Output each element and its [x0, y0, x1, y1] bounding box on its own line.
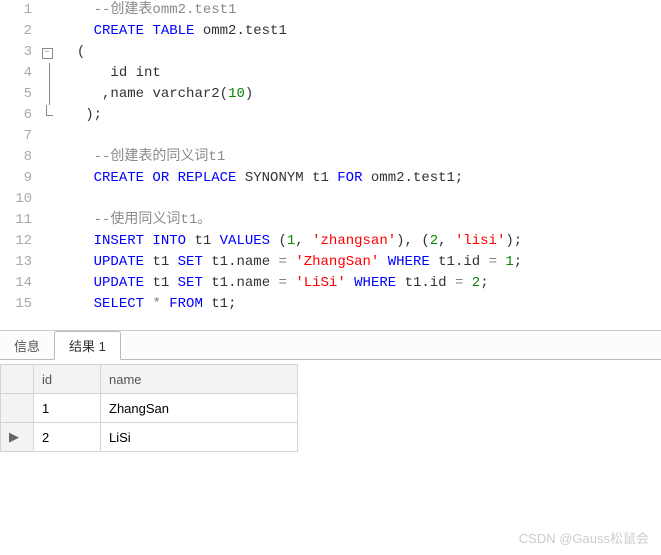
table-row[interactable]: 1ZhangSan — [1, 394, 298, 423]
fold-marker — [40, 189, 54, 210]
line-number: 3 — [0, 42, 32, 63]
fold-marker — [40, 105, 54, 126]
code-area[interactable]: --创建表omm2.test1 CREATE TABLE omm2.test1 … — [54, 0, 661, 330]
results-grid[interactable]: id name 1ZhangSan▶2LiSi — [0, 364, 298, 452]
results-panel: 信息 结果 1 id name 1ZhangSan▶2LiSi — [0, 331, 661, 452]
line-number: 8 — [0, 147, 32, 168]
line-number: 13 — [0, 252, 32, 273]
code-line[interactable]: UPDATE t1 SET t1.name = 'ZhangSan' WHERE… — [60, 252, 661, 273]
fold-marker — [40, 84, 54, 105]
fold-marker — [40, 21, 54, 42]
line-number: 9 — [0, 168, 32, 189]
code-line[interactable]: ( — [60, 42, 661, 63]
code-line[interactable] — [60, 189, 661, 210]
line-number: 15 — [0, 294, 32, 315]
code-line[interactable]: ,name varchar2(10) — [60, 84, 661, 105]
code-editor[interactable]: 123456789101112131415 − --创建表omm2.test1 … — [0, 0, 661, 331]
fold-marker — [40, 147, 54, 168]
fold-marker — [40, 252, 54, 273]
line-number-gutter: 123456789101112131415 — [0, 0, 40, 330]
row-marker — [1, 394, 34, 423]
cell-id[interactable]: 1 — [34, 394, 101, 423]
results-tabs: 信息 结果 1 — [0, 331, 661, 360]
line-number: 1 — [0, 0, 32, 21]
code-line[interactable]: SELECT * FROM t1; — [60, 294, 661, 315]
line-number: 7 — [0, 126, 32, 147]
tab-result-1[interactable]: 结果 1 — [54, 331, 121, 360]
line-number: 6 — [0, 105, 32, 126]
tab-info[interactable]: 信息 — [0, 332, 54, 359]
code-line[interactable]: CREATE TABLE omm2.test1 — [60, 21, 661, 42]
cell-name[interactable]: ZhangSan — [101, 394, 298, 423]
code-line[interactable]: ); — [60, 105, 661, 126]
fold-marker[interactable]: − — [40, 42, 54, 63]
fold-marker — [40, 273, 54, 294]
fold-marker — [40, 231, 54, 252]
fold-gutter[interactable]: − — [40, 0, 54, 330]
line-number: 4 — [0, 63, 32, 84]
code-line[interactable]: INSERT INTO t1 VALUES (1, 'zhangsan'), (… — [60, 231, 661, 252]
fold-marker — [40, 294, 54, 315]
column-header-name[interactable]: name — [101, 365, 298, 394]
watermark: CSDN @Gauss松鼠会 — [519, 528, 649, 547]
fold-marker — [40, 168, 54, 189]
line-number: 11 — [0, 210, 32, 231]
code-line[interactable]: UPDATE t1 SET t1.name = 'LiSi' WHERE t1.… — [60, 273, 661, 294]
column-header-id[interactable]: id — [34, 365, 101, 394]
line-number: 12 — [0, 231, 32, 252]
fold-marker — [40, 0, 54, 21]
code-line[interactable]: id int — [60, 63, 661, 84]
fold-marker — [40, 210, 54, 231]
line-number: 5 — [0, 84, 32, 105]
code-line[interactable]: --创建表的同义词t1 — [60, 147, 661, 168]
line-number: 10 — [0, 189, 32, 210]
cell-id[interactable]: 2 — [34, 423, 101, 452]
table-row[interactable]: ▶2LiSi — [1, 423, 298, 452]
line-number: 2 — [0, 21, 32, 42]
row-marker: ▶ — [1, 423, 34, 452]
code-line[interactable]: --创建表omm2.test1 — [60, 0, 661, 21]
line-number: 14 — [0, 273, 32, 294]
code-line[interactable]: --使用同义词t1。 — [60, 210, 661, 231]
code-line[interactable]: CREATE OR REPLACE SYNONYM t1 FOR omm2.te… — [60, 168, 661, 189]
cell-name[interactable]: LiSi — [101, 423, 298, 452]
code-line[interactable] — [60, 126, 661, 147]
grid-corner — [1, 365, 34, 394]
fold-marker — [40, 63, 54, 84]
fold-marker — [40, 126, 54, 147]
